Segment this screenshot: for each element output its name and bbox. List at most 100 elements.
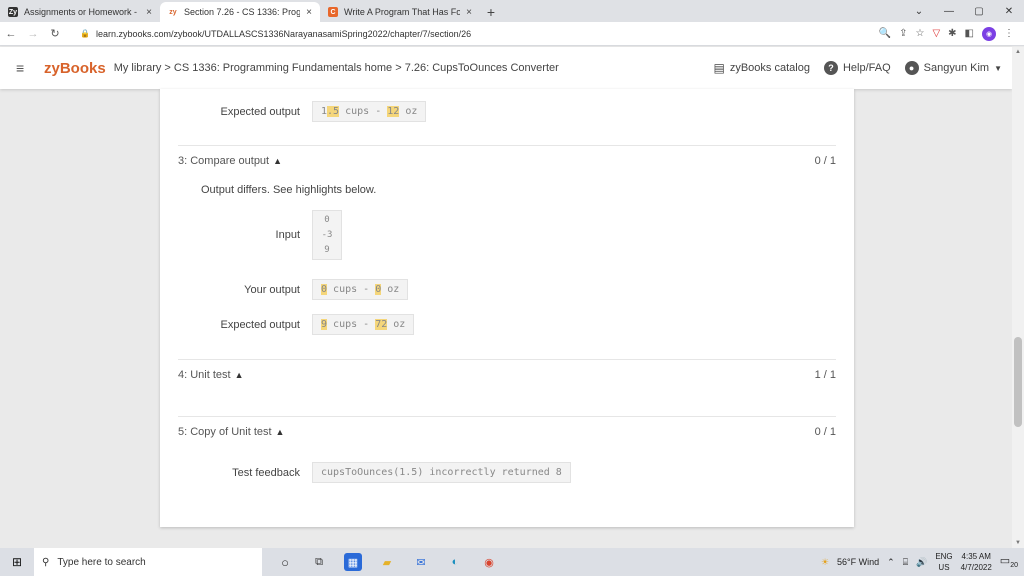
input-box: 0 -3 9 (312, 210, 342, 260)
new-tab-button[interactable]: + (480, 2, 502, 22)
windows-start-icon[interactable]: ⊞ (0, 555, 34, 569)
tab-close-icon[interactable]: × (466, 7, 472, 18)
volume-icon[interactable]: 🔊 (916, 557, 927, 568)
test3-input-row: Input 0 -3 9 (160, 210, 342, 260)
user-avatar-icon: ● (904, 61, 919, 75)
tab-title: Assignments or Homework - CS (24, 7, 141, 17)
hamburger-menu-icon[interactable]: ≡ (16, 60, 34, 76)
time-label: 4:35 AM (961, 552, 991, 561)
address-bar: ← → ↻ 🔒 learn.zybooks.com/zybook/UTDALLA… (0, 22, 1024, 46)
address-bar-icons: 🔍 ⇪ ☆ ▽ ✱ ◧ ◉ ⋮ (879, 26, 1014, 41)
zybooks-favicon-icon: Zy (8, 7, 18, 17)
test2-expected-row: Expected output 1.5 cups - 12 oz (160, 101, 427, 122)
collapse-caret-icon: ▲ (234, 370, 244, 380)
code-text: oz (381, 284, 400, 295)
expected-output-label: Expected output (220, 105, 300, 118)
menu-kebab-icon[interactable]: ⋮ (1004, 28, 1014, 39)
cortana-icon[interactable]: ○ (276, 553, 294, 571)
tab-close-icon[interactable]: × (306, 7, 312, 18)
date-label: 4/7/2022 (960, 563, 992, 572)
system-tray: ☀ 56°F Wind ⌃ ⌸ 🔊 ENG US 4:35 AM 4/7/202… (821, 548, 1018, 576)
diff-highlight: .5 (327, 106, 340, 117)
collapse-caret-icon: ▲ (275, 427, 285, 437)
test5-feedback-row: Test feedback cupsToOunces(1.5) incorrec… (160, 462, 571, 483)
tab-assignments[interactable]: Zy Assignments or Homework - CS × (0, 2, 160, 22)
extension-icon[interactable]: ▽ (932, 28, 940, 39)
sidebar-icon[interactable]: ◧ (965, 28, 974, 39)
file-explorer-icon[interactable]: ▰ (378, 553, 396, 571)
bookmark-star-icon[interactable]: ☆ (915, 28, 924, 39)
page-scrollbar[interactable]: ▲ ▼ (1012, 47, 1024, 548)
catalog-icon: ▤ (713, 61, 725, 75)
diff-highlight: 72 (375, 319, 388, 330)
tab-write-program[interactable]: C Write A Program That Has Follo × (320, 2, 480, 22)
tab-search-icon[interactable]: ⌄ (904, 0, 934, 22)
test5-header[interactable]: 5: Copy of Unit test ▲ (178, 426, 284, 438)
expected-output-box: 9 cups - 72 oz (312, 314, 415, 335)
code-text: cups - (327, 284, 376, 295)
tray-chevron-icon[interactable]: ⌃ (887, 557, 895, 568)
edge-icon[interactable]: ◐ (446, 553, 464, 571)
network-icon[interactable]: ⌸ (903, 557, 908, 568)
test3-message: Output differs. See highlights below. (201, 184, 377, 196)
test4-header[interactable]: 4: Unit test ▲ (178, 369, 244, 381)
zybooks-logo[interactable]: zyBooks (44, 60, 106, 77)
chevron-down-icon: ▼ (994, 63, 1002, 73)
scroll-down-icon[interactable]: ▼ (1012, 540, 1024, 546)
mail-icon[interactable]: ✉ (412, 553, 430, 571)
weather-icon[interactable]: ☀ (821, 557, 829, 568)
notification-icon[interactable]: ▭20 (1000, 554, 1018, 569)
section-divider (178, 145, 836, 146)
url-field[interactable]: 🔒 learn.zybooks.com/zybook/UTDALLASCS133… (80, 29, 879, 39)
your-output-box: 0 cups - 0 oz (312, 279, 409, 300)
catalog-link[interactable]: ▤ zyBooks catalog (714, 61, 810, 75)
your-output-label: Your output (244, 283, 300, 296)
restore-icon[interactable]: ▢ (964, 0, 994, 22)
user-menu[interactable]: ● Sangyun Kim ▼ (904, 61, 1002, 75)
zoom-icon[interactable]: 🔍 (879, 28, 891, 39)
test3-header[interactable]: 3: Compare output ▲ (178, 155, 282, 167)
input-line: -3 (321, 230, 333, 240)
tab-title: Write A Program That Has Follo (344, 7, 461, 17)
reload-icon[interactable]: ↻ (44, 27, 66, 40)
region-label: US (938, 563, 950, 572)
clock[interactable]: 4:35 AM 4/7/2022 (961, 551, 992, 573)
lock-icon: 🔒 (80, 29, 90, 38)
scroll-up-icon[interactable]: ▲ (1012, 49, 1024, 55)
zybooks-header: ≡ zyBooks My library > CS 1336: Programm… (0, 47, 1012, 89)
test3-score: 0 / 1 (814, 155, 836, 167)
test5-score: 0 / 1 (814, 426, 836, 438)
lang-label: ENG (935, 552, 953, 561)
minimize-icon[interactable]: — (934, 0, 964, 22)
url-text: learn.zybooks.com/zybook/UTDALLASCS1336N… (95, 28, 472, 39)
user-name: Sangyun Kim (923, 62, 990, 74)
code-text: cups - (327, 319, 376, 330)
tab-section[interactable]: zy Section 7.26 - CS 1336: Program × (160, 2, 320, 22)
store-icon[interactable]: ▦ (344, 553, 362, 571)
share-icon[interactable]: ⇪ (899, 28, 907, 39)
test-feedback-box: cupsToOunces(1.5) incorrectly returned 8 (312, 462, 571, 483)
taskbar-apps: ○ ⧉ ▦ ▰ ✉ ◐ ◉ (276, 553, 498, 571)
test4-title: 4: Unit test (178, 369, 231, 381)
back-icon[interactable]: ← (0, 28, 22, 40)
task-view-icon[interactable]: ⧉ (310, 553, 328, 571)
scrollbar-thumb[interactable] (1014, 337, 1022, 427)
breadcrumb[interactable]: My library > CS 1336: Programming Fundam… (114, 62, 559, 74)
taskbar-search[interactable]: ⚲ Type here to search (34, 548, 262, 576)
tab-close-icon[interactable]: × (146, 7, 152, 18)
test3-title: 3: Compare output (178, 155, 270, 167)
puzzle-icon[interactable]: ✱ (948, 28, 956, 39)
header-actions: ▤ zyBooks catalog ? Help/FAQ ● Sangyun K… (714, 47, 1002, 89)
help-link[interactable]: ? Help/FAQ (823, 61, 891, 75)
expected-output-box: 1.5 cups - 12 oz (312, 101, 427, 122)
weather-label[interactable]: 56°F Wind (837, 557, 879, 567)
close-window-icon[interactable]: ✕ (994, 0, 1024, 22)
language-indicator[interactable]: ENG US (935, 551, 952, 573)
forward-icon[interactable]: → (22, 28, 44, 40)
chrome-icon[interactable]: ◉ (480, 553, 498, 571)
tab-title: Section 7.26 - CS 1336: Program (184, 7, 301, 17)
help-icon: ? (823, 61, 838, 75)
browser-tab-bar: Zy Assignments or Homework - CS × zy Sec… (0, 0, 1024, 22)
notification-count: 20 (1010, 562, 1018, 570)
profile-avatar-icon[interactable]: ◉ (982, 26, 996, 41)
